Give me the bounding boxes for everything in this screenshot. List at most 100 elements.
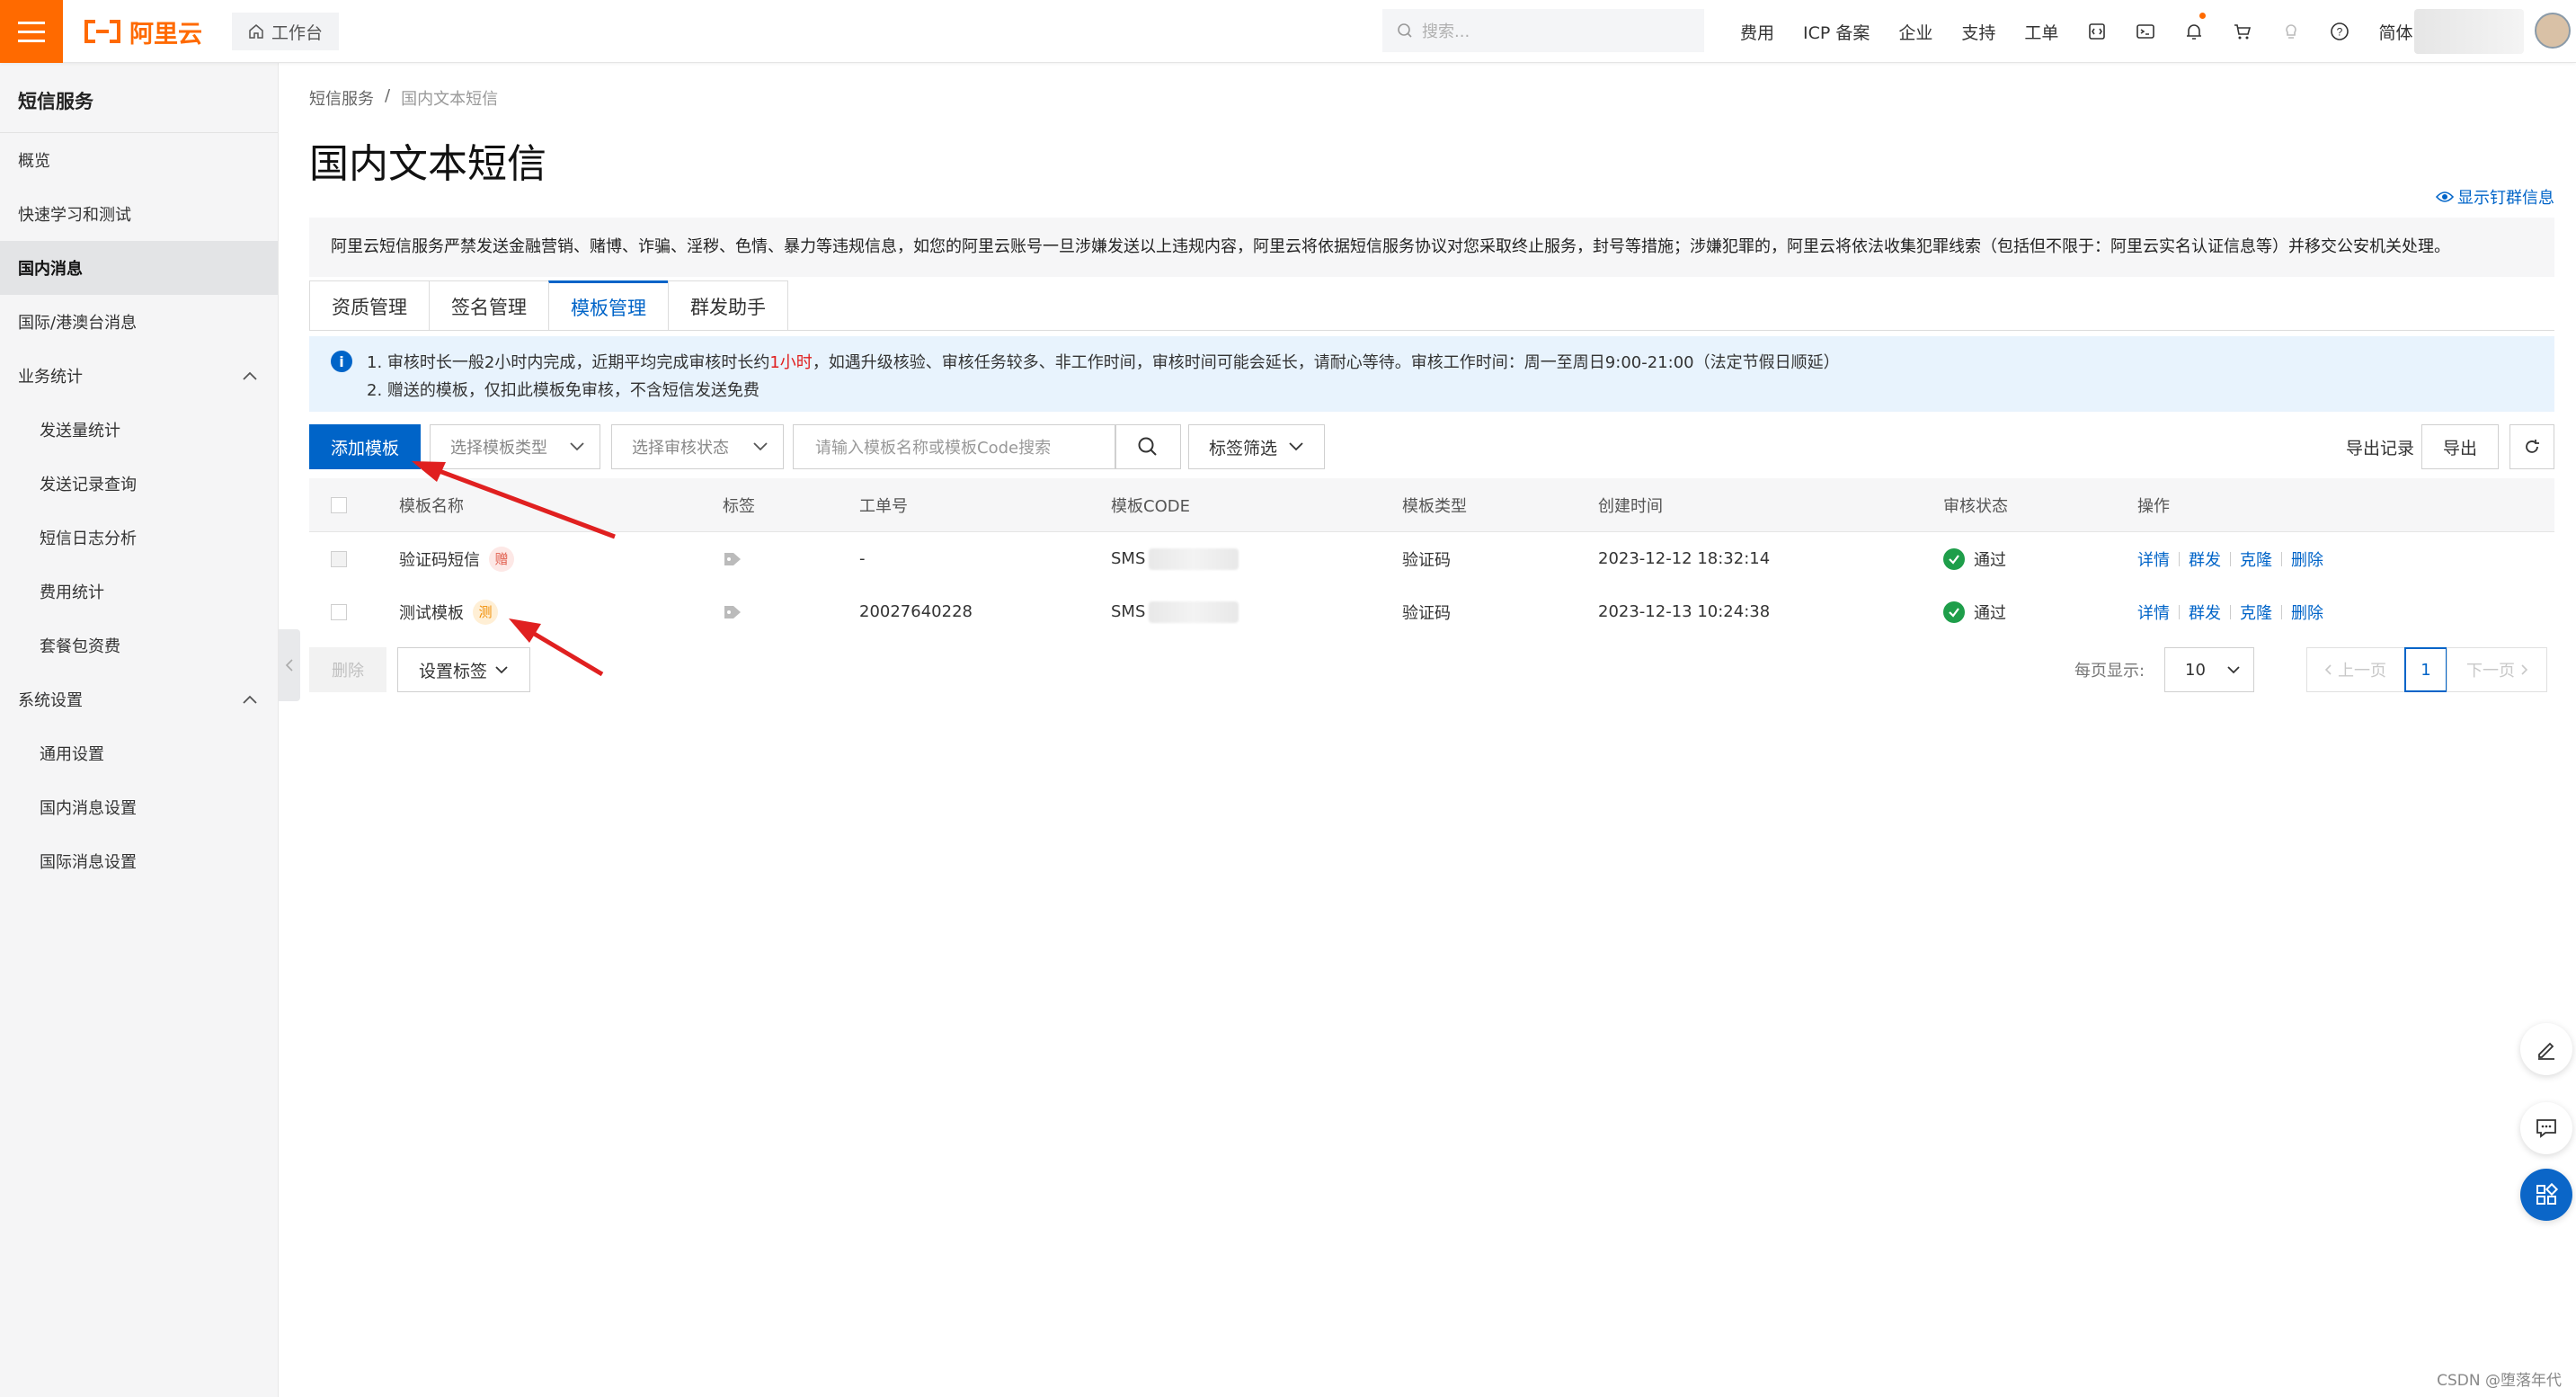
sidebar-group-settings-label: 系统设置 [18, 691, 83, 710]
col-tag: 标签 [723, 496, 755, 516]
add-template-button[interactable]: 添加模板 [309, 424, 421, 469]
apps-button[interactable] [2520, 1169, 2572, 1221]
info-highlight: 1小时 [769, 353, 813, 372]
review-info-box: i 1. 审核时长一般2小时内完成，近期平均完成审核时长约1小时，如遇升级核验、… [309, 336, 2554, 412]
edit-icon [2538, 1042, 2554, 1060]
tab-bulk-assistant[interactable]: 群发助手 [668, 280, 788, 331]
tab-template[interactable]: 模板管理 [548, 280, 669, 331]
avatar[interactable] [2535, 13, 2571, 49]
set-tag-button[interactable]: 设置标签 [397, 647, 530, 692]
feedback-edit-button[interactable] [2520, 1023, 2572, 1075]
bulk-send-link[interactable]: 群发 [2189, 547, 2221, 571]
sidebar-item-quickstart[interactable]: 快速学习和测试 [0, 187, 278, 241]
chevron-up-icon [243, 695, 257, 704]
col-ticket: 工单号 [859, 496, 908, 516]
aliyun-logo[interactable]: 阿里云 [83, 14, 202, 49]
sidebar-item-send-records[interactable]: 发送记录查询 [0, 457, 278, 511]
template-search-input[interactable]: 请输入模板名称或模板Code搜索 [793, 424, 1116, 469]
compliance-notice: 阿里云短信服务严禁发送金融营销、赌博、诈骗、淫秽、色情、暴力等违规信息，如您的阿… [309, 218, 2554, 277]
sidebar-item-domestic-settings[interactable]: 国内消息设置 [0, 780, 278, 834]
code-icon[interactable] [2073, 0, 2121, 63]
export-button[interactable]: 导出 [2421, 424, 2499, 469]
chevron-left-icon [2325, 664, 2332, 675]
tab-qualification[interactable]: 资质管理 [309, 280, 430, 331]
show-group-info-link[interactable]: 显示钉群信息 [2436, 185, 2554, 209]
top-bar: 阿里云 工作台 搜索... 费用 ICP 备案 企业 支持 工单 ? 简体 [0, 0, 2576, 63]
breadcrumb-separator: / [385, 86, 391, 105]
delete-link[interactable]: 删除 [2291, 547, 2323, 571]
review-status-select[interactable]: 选择审核状态 [611, 424, 784, 469]
batch-delete-button[interactable]: 删除 [309, 647, 386, 692]
next-page-button[interactable]: 下一页 [2447, 647, 2547, 692]
tab-bar: 资质管理 签名管理 模板管理 群发助手 [309, 280, 788, 331]
terminal-icon[interactable] [2121, 0, 2170, 63]
sidebar-item-send-stats[interactable]: 发送量统计 [0, 403, 278, 457]
template-table: 模板名称 标签 工单号 模板CODE 模板类型 创建时间 审核状态 操作 验证码… [309, 478, 2554, 638]
tab-signature[interactable]: 签名管理 [429, 280, 549, 331]
chat-button[interactable] [2520, 1102, 2572, 1154]
sidebar-item-international[interactable]: 国际/港澳台消息 [0, 295, 278, 349]
workbench-button[interactable]: 工作台 [232, 13, 340, 50]
tag-filter-button[interactable]: 标签筛选 [1188, 424, 1325, 469]
chevron-down-icon [2227, 666, 2240, 674]
help-icon[interactable]: ? [2315, 0, 2364, 63]
nav-icp[interactable]: ICP 备案 [1789, 20, 1884, 44]
clone-link[interactable]: 克隆 [2240, 547, 2272, 571]
detail-link[interactable]: 详情 [2137, 601, 2170, 624]
nav-ticket[interactable]: 工单 [2010, 20, 2073, 44]
menu-icon[interactable] [0, 0, 63, 63]
ticket-cell: - [859, 549, 866, 568]
sidebar-group-stats[interactable]: 业务统计 [0, 349, 278, 403]
chevron-down-icon [753, 442, 768, 451]
gift-badge: 赠 [489, 546, 514, 572]
breadcrumb: 短信服务 / 国内文本短信 [309, 86, 498, 110]
bulk-send-link[interactable]: 群发 [2189, 601, 2221, 624]
sidebar-item-log-analysis[interactable]: 短信日志分析 [0, 511, 278, 565]
sidebar-item-general-settings[interactable]: 通用设置 [0, 726, 278, 780]
sidebar-item-overview[interactable]: 概览 [0, 133, 278, 187]
bulb-icon[interactable] [2267, 0, 2315, 63]
tag-icon[interactable] [723, 551, 742, 567]
nav-fees[interactable]: 费用 [1726, 20, 1789, 44]
sidebar-group-settings[interactable]: 系统设置 [0, 672, 278, 726]
search-icon [1398, 23, 1412, 38]
info-line-2: 2. 赠送的模板，仅扣此模板免审核，不含短信发送免费 [367, 381, 759, 400]
top-nav: 费用 ICP 备案 企业 支持 工单 ? 简体 [1726, 0, 2427, 63]
sidebar-item-intl-settings[interactable]: 国际消息设置 [0, 834, 278, 888]
prev-page-button[interactable]: 上一页 [2306, 647, 2405, 692]
clone-link[interactable]: 克隆 [2240, 601, 2272, 624]
per-page-select[interactable]: 10 [2164, 647, 2254, 692]
select-all-checkbox[interactable] [331, 496, 347, 513]
export-log-link[interactable]: 导出记录 [2346, 424, 2414, 469]
detail-link[interactable]: 详情 [2137, 547, 2170, 571]
template-name-cell: 测试模板 测 [399, 599, 498, 625]
search-button[interactable] [1115, 424, 1181, 469]
check-circle-icon [1943, 547, 1965, 570]
template-name: 测试模板 [399, 603, 464, 623]
actions-cell: 详情 群发 克隆 删除 [2137, 547, 2323, 571]
delete-link[interactable]: 删除 [2291, 601, 2323, 624]
nav-enterprise[interactable]: 企业 [1884, 20, 1947, 44]
sidebar-item-domestic[interactable]: 国内消息 [0, 241, 278, 295]
next-page-label: 下一页 [2466, 662, 2515, 681]
account-name-blurred[interactable] [2414, 9, 2524, 54]
template-type-cell: 验证码 [1402, 550, 1451, 570]
breadcrumb-sms[interactable]: 短信服务 [309, 86, 374, 110]
sidebar-collapse-handle[interactable] [279, 629, 300, 701]
template-type-select[interactable]: 选择模板类型 [430, 424, 600, 469]
cart-icon[interactable] [2218, 0, 2267, 63]
row-checkbox[interactable] [331, 603, 347, 620]
nav-support[interactable]: 支持 [1947, 20, 2010, 44]
tag-icon[interactable] [723, 604, 742, 620]
breadcrumb-current: 国内文本短信 [401, 90, 499, 109]
refresh-button[interactable] [2509, 424, 2554, 469]
sidebar-item-cost-stats[interactable]: 费用统计 [0, 565, 278, 618]
page-1-button[interactable]: 1 [2404, 647, 2447, 692]
global-search-input[interactable]: 搜索... [1382, 9, 1704, 52]
row-checkbox[interactable] [331, 550, 347, 567]
bell-icon[interactable] [2170, 0, 2218, 63]
page-title: 国内文本短信 [309, 141, 546, 187]
sidebar-item-package-fees[interactable]: 套餐包资费 [0, 618, 278, 672]
show-group-info-label: 显示钉群信息 [2457, 189, 2554, 208]
chevron-down-icon [1289, 442, 1303, 451]
